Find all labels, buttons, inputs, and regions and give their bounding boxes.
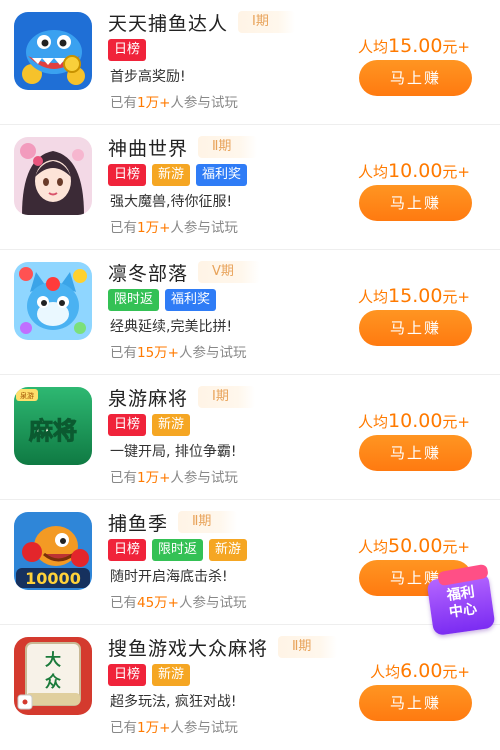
players-number: 1万+ <box>137 95 171 111</box>
fish-cartoon-icon[interactable] <box>14 12 92 90</box>
price-amount: 50.00 <box>388 535 443 557</box>
price-amount: 10.00 <box>388 410 443 432</box>
tag-badge: 日榜 <box>108 664 147 686</box>
game-description: 强大魔兽,待你征服! <box>110 194 233 210</box>
game-title: 泉游麻将 <box>108 387 189 410</box>
tag-badge: 日榜 <box>108 164 147 186</box>
period-badge: Ⅰ期 <box>198 386 255 408</box>
tag-list: 日榜 新游 福利奖 <box>108 164 248 186</box>
reward-price: 人均 10.00 元+ <box>358 160 470 182</box>
game-description: 一键开局, 排位争霸! <box>110 444 237 460</box>
reward-price: 人均 15.00 元+ <box>358 35 470 57</box>
tag-badge: 新游 <box>209 539 248 561</box>
tag-list: 限时返 福利奖 <box>108 289 217 311</box>
price-amount: 10.00 <box>388 160 443 182</box>
title-line: 捕鱼季 Ⅱ期 <box>108 508 238 536</box>
tag-list: 日榜 新游 <box>108 414 191 436</box>
players-number: 15万+ <box>137 345 179 361</box>
game-row[interactable]: 神曲世界 Ⅱ期 日榜 新游 福利奖 强大魔兽,待你征服! 已有1万+人参与试玩 人均… <box>0 125 500 250</box>
earn-now-button[interactable]: 马上赚 <box>359 310 472 346</box>
players-count: 已有45万+人参与试玩 <box>110 595 247 611</box>
blue-cat-icon[interactable] <box>14 262 92 340</box>
game-list: 天天捕鱼达人 Ⅰ期 日榜 首步高奖励! 已有1万+人参与试玩 人均 15.00 元+… <box>0 0 500 750</box>
tag-badge: 日榜 <box>108 39 147 61</box>
game-description: 随时开启海底击杀! <box>110 569 228 585</box>
price-amount: 15.00 <box>388 35 443 57</box>
earn-now-button[interactable]: 马上赚 <box>359 435 472 471</box>
welfare-center-button[interactable]: 福利 中心 <box>426 563 496 637</box>
reward-price: 人均 50.00 元+ <box>358 535 470 557</box>
game-title: 凛冬部落 <box>108 262 189 285</box>
price-amount: 15.00 <box>388 285 443 307</box>
period-badge: Ⅱ期 <box>178 511 238 533</box>
game-row[interactable]: 凛冬部落 Ⅴ期 限时返 福利奖 经典延续,完美比拼! 已有15万+人参与试玩 人均… <box>0 250 500 375</box>
game-title: 捕鱼季 <box>108 512 169 535</box>
tag-badge: 新游 <box>152 164 191 186</box>
fish-boxer-icon[interactable]: 10000 <box>14 512 92 590</box>
game-title: 天天捕鱼达人 <box>108 12 229 35</box>
game-title: 神曲世界 <box>108 137 189 160</box>
title-line: 天天捕鱼达人 Ⅰ期 <box>108 8 295 36</box>
tag-badge: 日榜 <box>108 539 147 561</box>
svg-text:10000: 10000 <box>25 569 81 588</box>
tag-badge: 福利奖 <box>165 289 217 311</box>
tag-list: 日榜 <box>108 39 147 61</box>
period-badge: Ⅱ期 <box>278 636 338 658</box>
tag-badge: 限时返 <box>152 539 204 561</box>
title-line: 搜鱼游戏大众麻将 Ⅱ期 <box>108 633 338 661</box>
tag-badge: 福利奖 <box>196 164 248 186</box>
game-row[interactable]: 大 众 搜鱼游戏大众麻将 Ⅱ期 日榜 新游 超多玩法, 疯狂对战! 已有1万+人参… <box>0 625 500 750</box>
svg-text:麻将: 麻将 <box>28 416 77 445</box>
welfare-center-label: 福利 中心 <box>445 584 479 621</box>
game-title: 搜鱼游戏大众麻将 <box>108 637 269 660</box>
svg-text:众: 众 <box>45 672 62 691</box>
players-count: 已有1万+人参与试玩 <box>110 220 238 236</box>
players-number: 1万+ <box>137 470 171 486</box>
reward-price: 人均 10.00 元+ <box>358 410 470 432</box>
players-count: 已有1万+人参与试玩 <box>110 95 238 111</box>
game-description: 经典延续,完美比拼! <box>110 319 233 335</box>
players-number: 45万+ <box>137 595 179 611</box>
svg-text:大: 大 <box>45 650 61 669</box>
price-amount: 6.00 <box>400 660 443 682</box>
tag-list: 日榜 限时返 新游 <box>108 539 248 561</box>
tag-badge: 新游 <box>152 664 191 686</box>
earn-now-button[interactable]: 马上赚 <box>359 60 472 96</box>
tag-list: 日榜 新游 <box>108 664 191 686</box>
title-line: 泉游麻将 Ⅰ期 <box>108 383 255 411</box>
players-number: 1万+ <box>137 720 171 736</box>
game-row[interactable]: 泉游 麻将 泉游麻将 Ⅰ期 日榜 新游 一键开局, 排位争霸! 已有1万+人参与试… <box>0 375 500 500</box>
tag-badge: 日榜 <box>108 414 147 436</box>
game-description: 首步高奖励! <box>110 69 186 85</box>
players-count: 已有15万+人参与试玩 <box>110 345 247 361</box>
game-row[interactable]: 10000 捕鱼季 Ⅱ期 日榜 限时返 新游 随时开启海底击杀! 已有45万+人参与… <box>0 500 500 625</box>
game-row[interactable]: 天天捕鱼达人 Ⅰ期 日榜 首步高奖励! 已有1万+人参与试玩 人均 15.00 元+… <box>0 0 500 125</box>
tag-badge: 限时返 <box>108 289 160 311</box>
title-line: 凛冬部落 Ⅴ期 <box>108 258 260 286</box>
period-badge: Ⅴ期 <box>198 261 260 283</box>
anime-girl-icon[interactable] <box>14 137 92 215</box>
mahjong-tile-icon[interactable]: 大 众 <box>14 637 92 715</box>
players-count: 已有1万+人参与试玩 <box>110 470 238 486</box>
earn-now-button[interactable]: 马上赚 <box>359 685 472 721</box>
reward-price: 人均 15.00 元+ <box>358 285 470 307</box>
tag-badge: 新游 <box>152 414 191 436</box>
mahjong-green-icon[interactable]: 泉游 麻将 <box>14 387 92 465</box>
players-number: 1万+ <box>137 220 171 236</box>
reward-price: 人均 6.00 元+ <box>370 660 470 682</box>
period-badge: Ⅱ期 <box>198 136 258 158</box>
period-badge: Ⅰ期 <box>238 11 295 33</box>
players-count: 已有1万+人参与试玩 <box>110 720 238 736</box>
title-line: 神曲世界 Ⅱ期 <box>108 133 258 161</box>
svg-text:泉游: 泉游 <box>20 391 34 400</box>
earn-now-button[interactable]: 马上赚 <box>359 185 472 221</box>
game-description: 超多玩法, 疯狂对战! <box>110 694 237 710</box>
